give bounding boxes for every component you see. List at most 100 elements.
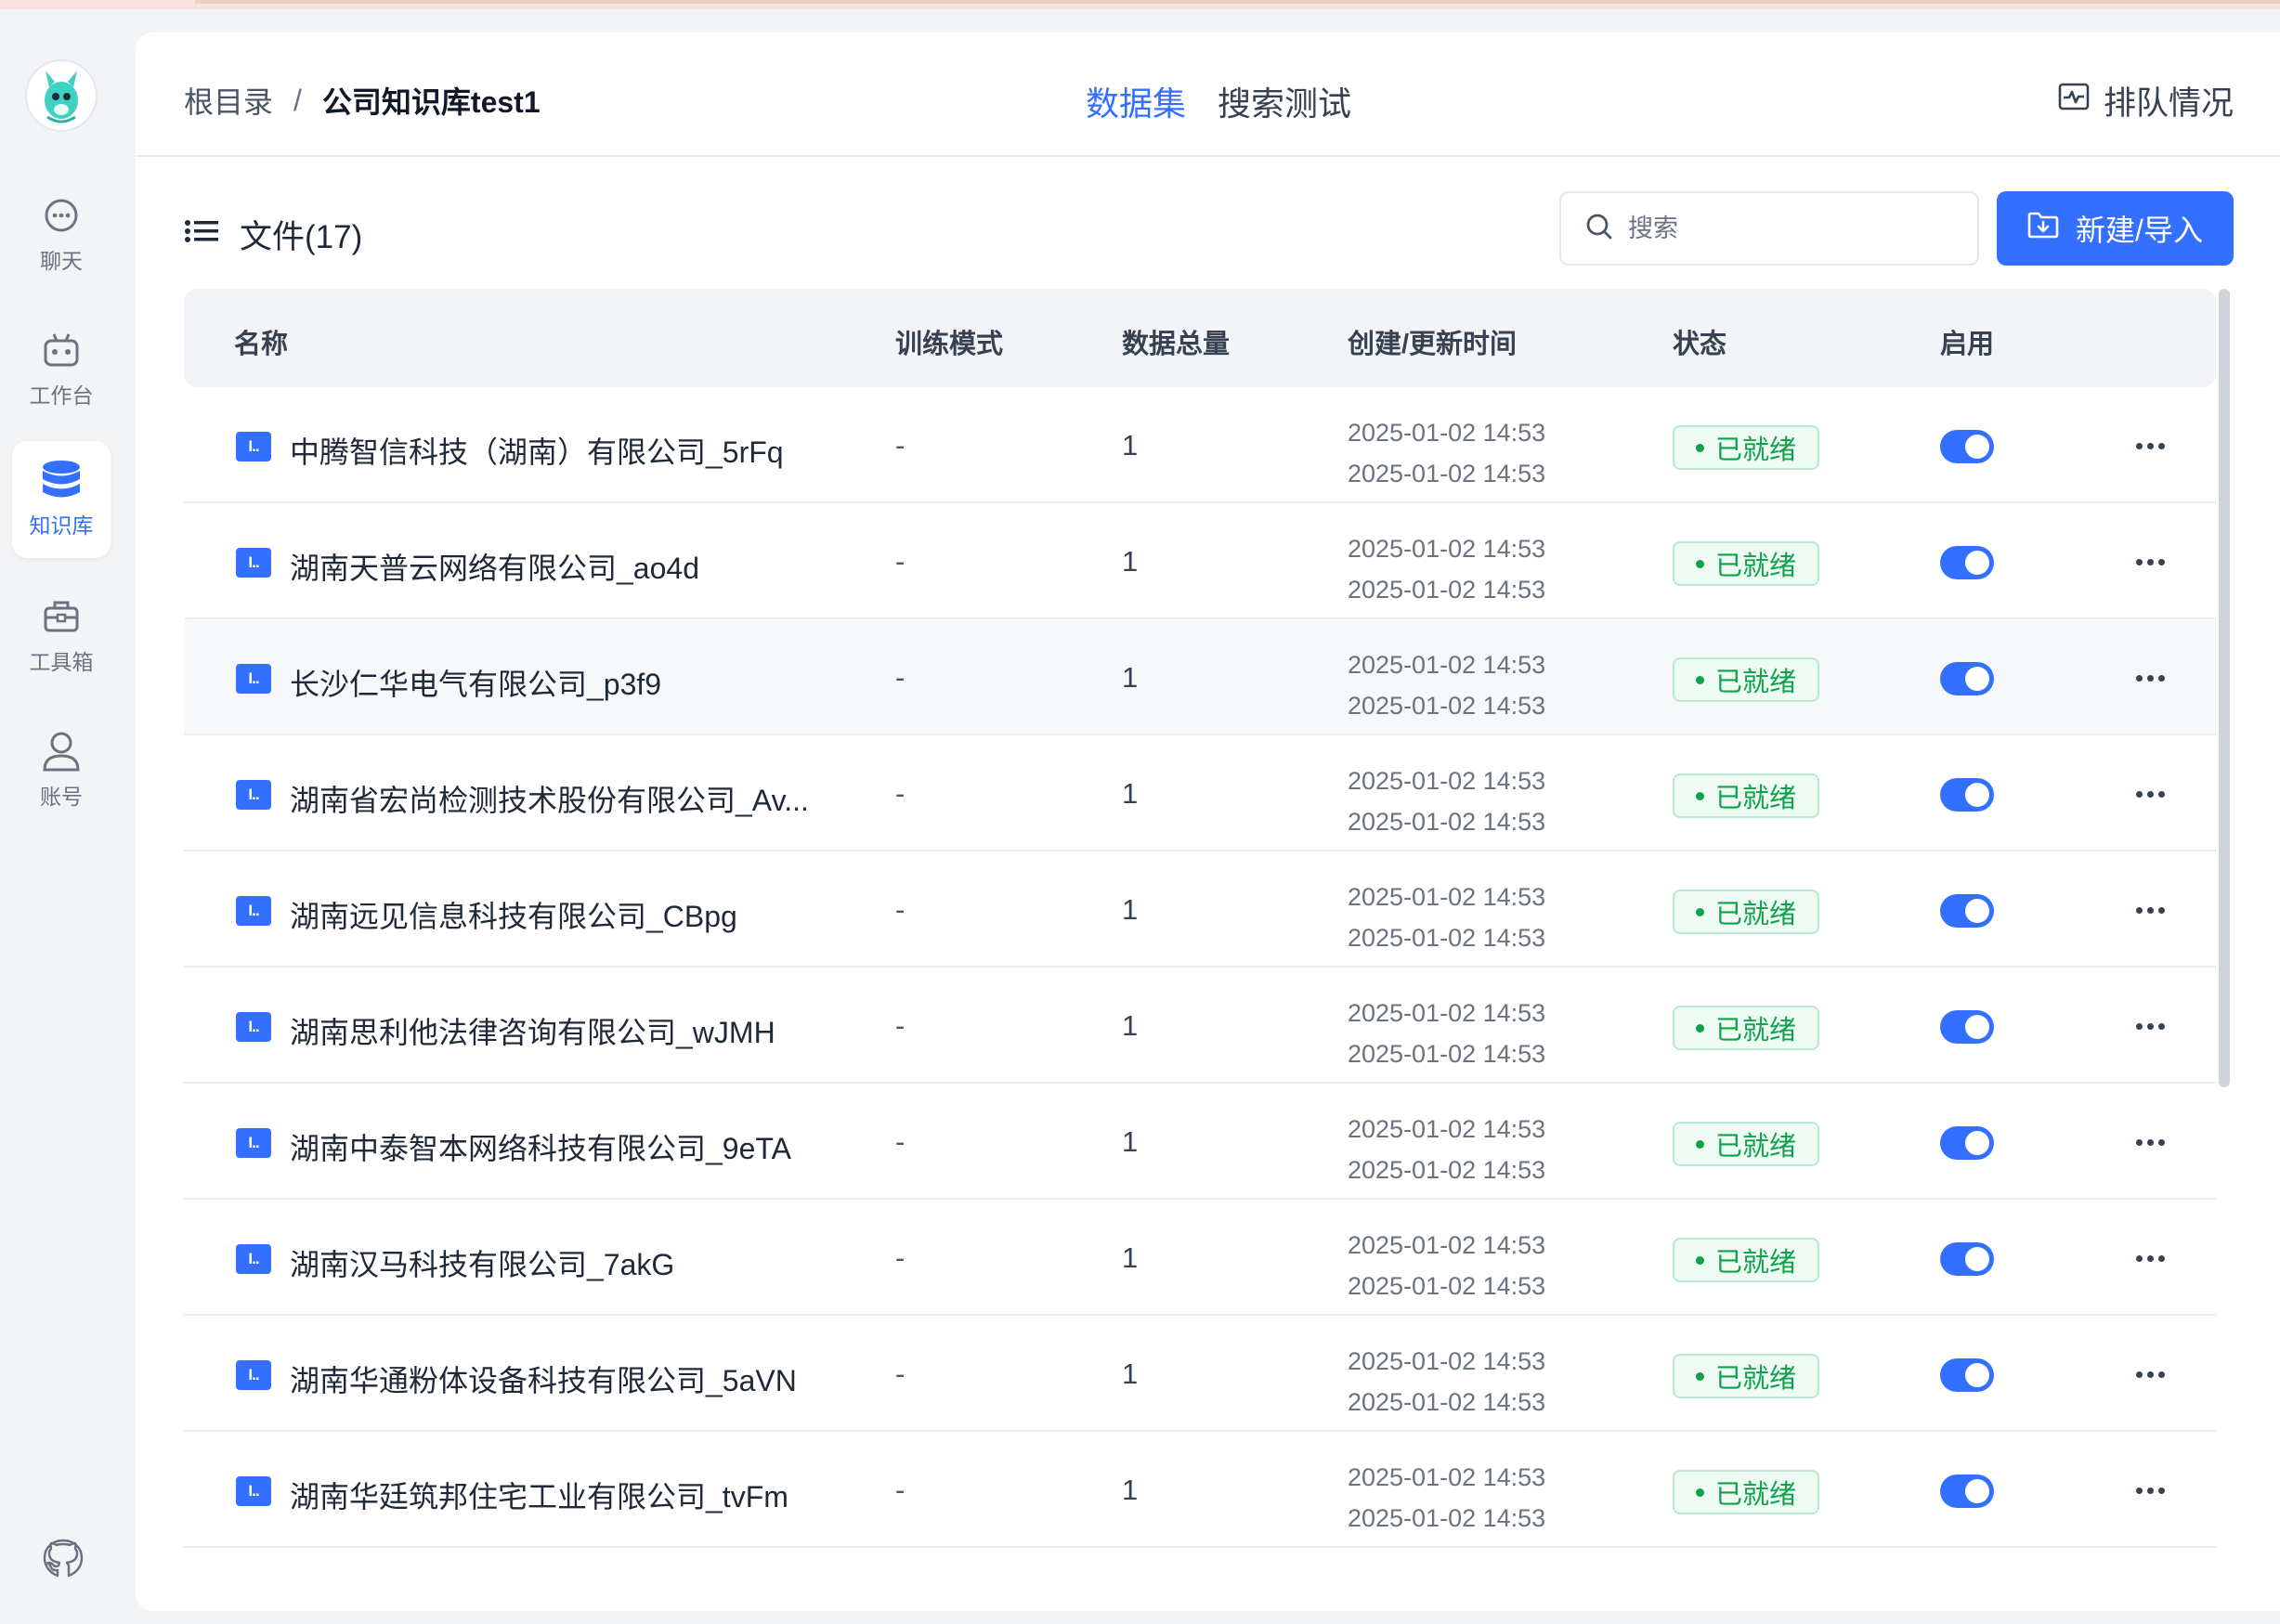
enable-toggle[interactable] (1940, 662, 1994, 695)
more-dot (2146, 1254, 2154, 1262)
toggle-knob (1965, 783, 1989, 807)
more-actions-button[interactable] (2125, 427, 2175, 464)
top-strip (0, 0, 2280, 9)
toggle-knob (1965, 551, 1989, 575)
column-header-data-count: 数据总量 (1122, 330, 1231, 359)
files-title: 文件(17) (184, 211, 362, 258)
more-actions-button[interactable] (2125, 1356, 2175, 1393)
enable-toggle[interactable] (1940, 1475, 1994, 1508)
scrollbar[interactable] (2219, 289, 2230, 1087)
sidebar-item-label: 知识库 (29, 513, 94, 538)
more-actions-button[interactable] (2125, 1472, 2175, 1509)
sidebar-item-toolbox[interactable]: 工具箱 (12, 578, 111, 695)
tab-search-test[interactable]: 搜索测试 (1218, 77, 1351, 125)
folder-import-icon (2027, 211, 2059, 246)
file-name[interactable]: 湖南省宏尚检测技术股份有限公司_Av... (290, 777, 809, 820)
enable-toggle[interactable] (1940, 1242, 1994, 1276)
table-header: 名称 训练模式 数据总量 创建/更新时间 状态 启用 (184, 289, 2216, 387)
file-name[interactable]: 湖南天普云网络有限公司_ao4d (290, 545, 699, 588)
status-text: 已就绪 (1714, 668, 1796, 697)
status-text: 已就绪 (1714, 900, 1796, 929)
file-name[interactable]: 湖南华廷筑邦住宅工业有限公司_tvFm (290, 1474, 788, 1516)
file-name[interactable]: 湖南华通粉体设备科技有限公司_5aVN (290, 1358, 797, 1400)
more-actions-button[interactable] (2125, 891, 2175, 929)
table-row[interactable]: I.. 湖南思利他法律咨询有限公司_wJMH - 1 2025-01-02 14… (184, 968, 2216, 1084)
tab-dataset[interactable]: 数据集 (1086, 77, 1186, 125)
sidebar-item-workbench[interactable]: 工作台 (12, 311, 111, 428)
tab-bar: 数据集 搜索测试 (1086, 77, 1351, 125)
toggle-knob (1965, 435, 1989, 459)
table-row[interactable]: I.. 湖南汉马科技有限公司_7akG - 1 2025-01-02 14:53… (184, 1200, 2216, 1316)
enable-toggle[interactable] (1940, 546, 1994, 579)
header: 根目录 / 公司知识库test1 数据集 搜索测试 排队情况 (136, 32, 2280, 157)
toggle-knob (1965, 899, 1989, 923)
column-header-name: 名称 (234, 330, 289, 359)
table-row[interactable]: I.. 湖南华通粉体设备科技有限公司_5aVN - 1 2025-01-02 1… (184, 1316, 2216, 1432)
enable-toggle[interactable] (1940, 894, 1994, 928)
status-badge: 已就绪 (1673, 1470, 1819, 1514)
more-actions-button[interactable] (2125, 775, 2175, 812)
column-header-training-mode: 训练模式 (895, 330, 1004, 359)
status-text: 已就绪 (1714, 1132, 1796, 1162)
table-row[interactable]: I.. 湖南天普云网络有限公司_ao4d - 1 2025-01-02 14:5… (184, 503, 2216, 619)
table-row[interactable]: I.. 湖南省宏尚检测技术股份有限公司_Av... - 1 2025-01-02… (184, 735, 2216, 851)
toggle-knob (1965, 1363, 1989, 1387)
file-name[interactable]: 中腾智信科技（湖南）有限公司_5rFq (290, 429, 784, 472)
sidebar-item-label: 账号 (40, 785, 83, 809)
queue-icon (2057, 82, 2091, 120)
sidebar-item-knowledge[interactable]: 知识库 (12, 441, 111, 558)
file-name[interactable]: 湖南远见信息科技有限公司_CBpg (290, 893, 737, 936)
updated-time: 2025-01-02 14:53 (1348, 924, 1546, 952)
file-type-icon: I.. (236, 1244, 271, 1274)
more-dot (2135, 1138, 2143, 1146)
enable-toggle[interactable] (1940, 430, 1994, 463)
enable-toggle[interactable] (1940, 1010, 1994, 1044)
enable-toggle[interactable] (1940, 1358, 1994, 1392)
avatar[interactable] (25, 59, 98, 132)
more-dot (2146, 558, 2154, 565)
search-box[interactable] (1559, 191, 1979, 266)
file-name[interactable]: 湖南中泰智本网络科技有限公司_9eTA (290, 1125, 791, 1168)
sidebar-item-account[interactable]: 账号 (12, 712, 111, 829)
file-table: 名称 训练模式 数据总量 创建/更新时间 状态 启用 I.. 中腾智信科技（湖南… (184, 289, 2216, 1548)
status-dot (1695, 907, 1704, 916)
file-name[interactable]: 湖南汉马科技有限公司_7akG (290, 1241, 674, 1284)
github-icon[interactable] (41, 1537, 85, 1581)
more-dot (2146, 1487, 2154, 1494)
file-icon-text: I.. (248, 1366, 259, 1384)
updated-time: 2025-01-02 14:53 (1348, 1388, 1546, 1416)
table-row[interactable]: I.. 湖南远见信息科技有限公司_CBpg - 1 2025-01-02 14:… (184, 851, 2216, 968)
training-mode: - (895, 893, 905, 926)
timestamps: 2025-01-02 14:53 2025-01-02 14:53 (1348, 1341, 1545, 1423)
updated-time: 2025-01-02 14:53 (1348, 1156, 1546, 1184)
more-actions-button[interactable] (2125, 1124, 2175, 1161)
more-actions-button[interactable] (2125, 659, 2175, 696)
file-name[interactable]: 湖南思利他法律咨询有限公司_wJMH (290, 1009, 775, 1052)
table-row[interactable]: I.. 中腾智信科技（湖南）有限公司_5rFq - 1 2025-01-02 1… (184, 387, 2216, 503)
more-dot (2135, 558, 2143, 565)
timestamps: 2025-01-02 14:53 2025-01-02 14:53 (1348, 993, 1545, 1074)
file-type-icon: I.. (236, 1476, 271, 1506)
more-dot (2146, 442, 2154, 449)
mascot-icon (45, 71, 78, 123)
more-actions-button[interactable] (2125, 1007, 2175, 1045)
search-input[interactable] (1628, 214, 1962, 243)
more-actions-button[interactable] (2125, 543, 2175, 580)
new-import-button[interactable]: 新建/导入 (1997, 191, 2234, 266)
sidebar-item-chat[interactable]: 聊天 (12, 176, 111, 293)
table-row[interactable]: I.. 长沙仁华电气有限公司_p3f9 - 1 2025-01-02 14:53… (184, 619, 2216, 735)
file-icon-text: I.. (248, 437, 259, 455)
status-dot (1695, 1023, 1704, 1033)
more-actions-button[interactable] (2125, 1240, 2175, 1277)
breadcrumb-root[interactable]: 根目录 (184, 79, 273, 122)
enable-toggle[interactable] (1940, 1126, 1994, 1160)
table-row[interactable]: I.. 湖南中泰智本网络科技有限公司_9eTA - 1 2025-01-02 1… (184, 1084, 2216, 1200)
enable-toggle[interactable] (1940, 778, 1994, 812)
table-row[interactable]: I.. 湖南华廷筑邦住宅工业有限公司_tvFm - 1 2025-01-02 1… (184, 1432, 2216, 1548)
queue-button[interactable]: 排队情况 (2057, 77, 2234, 124)
file-name[interactable]: 长沙仁华电气有限公司_p3f9 (290, 661, 661, 704)
more-dot (2157, 1254, 2165, 1262)
toggle-knob (1965, 1247, 1989, 1271)
file-type-icon: I.. (236, 432, 271, 461)
queue-label: 排队情况 (2103, 85, 2234, 122)
